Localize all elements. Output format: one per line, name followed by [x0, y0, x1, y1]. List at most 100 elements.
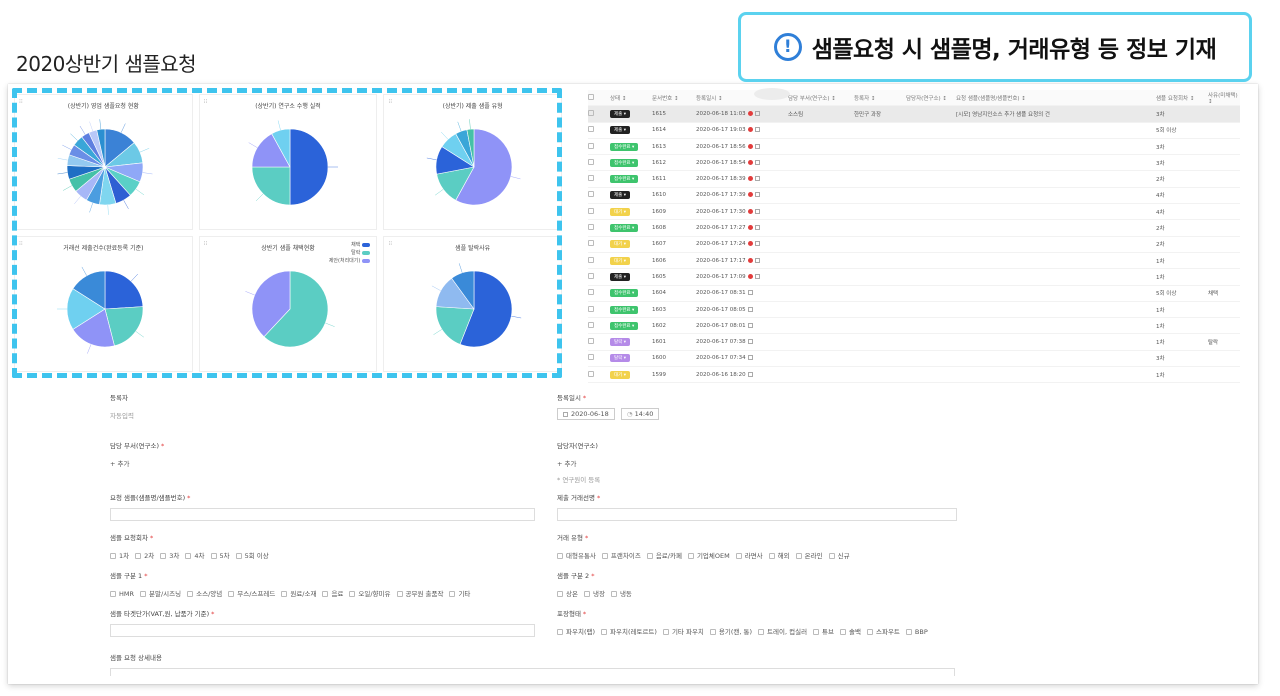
- option-checkbox[interactable]: 해외: [768, 550, 790, 560]
- row-checkbox[interactable]: [588, 338, 594, 345]
- detail-input[interactable]: [110, 668, 955, 676]
- option-checkbox[interactable]: 원료/소재: [281, 588, 316, 598]
- option-checkbox[interactable]: 라면사: [735, 550, 763, 560]
- manager-add-button[interactable]: + 추가: [557, 458, 957, 468]
- option-checkbox[interactable]: 2차: [135, 550, 154, 560]
- row-checkbox[interactable]: [588, 109, 594, 116]
- table-row[interactable]: 접수완료 ▾ 1602 2020-06-17 08:01 1차: [588, 318, 1240, 335]
- status-badge[interactable]: 접수완료 ▾: [610, 305, 639, 314]
- column-header[interactable]: 상태 ↕: [610, 94, 652, 102]
- row-checkbox[interactable]: [588, 289, 594, 296]
- status-badge[interactable]: 제출 ▾: [610, 126, 630, 135]
- option-checkbox[interactable]: 트레이, 컵실러: [758, 626, 807, 636]
- row-select[interactable]: [588, 256, 610, 265]
- column-header[interactable]: 요청 샘플(샘플명/샘플번호) ↕: [956, 94, 1156, 102]
- option-checkbox[interactable]: 냉장: [583, 588, 605, 598]
- row-select[interactable]: [588, 240, 610, 248]
- option-checkbox[interactable]: 기타 파우치: [662, 626, 704, 636]
- table-row[interactable]: 제출 ▾ 1610 2020-06-17 17:39 4차: [588, 188, 1240, 205]
- option-checkbox[interactable]: 3차: [160, 550, 179, 560]
- pie-slice[interactable]: [104, 270, 144, 310]
- option-checkbox[interactable]: 기타: [449, 588, 470, 598]
- row-checkbox[interactable]: [588, 126, 594, 133]
- option-checkbox[interactable]: 5회 이상: [235, 550, 269, 560]
- drag-handle-icon[interactable]: ⁝⁝: [388, 240, 392, 247]
- table-row[interactable]: 대기 ▾ 1609 2020-06-17 17:30 4차: [588, 204, 1240, 221]
- option-checkbox[interactable]: 파우치(레토르트): [601, 626, 657, 636]
- table-row[interactable]: 제출 ▾ 1605 2020-06-17 17:09 1차: [588, 269, 1240, 286]
- drag-handle-icon[interactable]: ⁝⁝: [204, 98, 208, 105]
- row-checkbox[interactable]: [588, 272, 594, 279]
- status-badge[interactable]: 대기 ▾: [610, 207, 630, 216]
- column-header[interactable]: 샘플 요청회차 ↕: [1156, 94, 1208, 102]
- status-badge[interactable]: 대기 ▾: [610, 370, 630, 379]
- dept-add-button[interactable]: + 추가: [110, 458, 530, 468]
- row-checkbox[interactable]: [588, 240, 594, 247]
- table-row[interactable]: 탈락 ▾ 1600 2020-06-17 07:34 3차: [588, 351, 1240, 368]
- comment-icon[interactable]: [754, 273, 760, 279]
- row-checkbox[interactable]: [588, 224, 594, 231]
- comment-icon[interactable]: [754, 241, 760, 247]
- option-checkbox[interactable]: 용기(캔, 통): [709, 626, 752, 636]
- comment-icon[interactable]: [747, 306, 753, 312]
- status-badge[interactable]: 제출 ▾: [610, 109, 630, 118]
- row-checkbox[interactable]: [588, 142, 594, 149]
- column-header[interactable]: 담당자(연구소) ↕: [906, 94, 956, 102]
- status-badge[interactable]: 접수완료 ▾: [610, 321, 639, 330]
- row-select[interactable]: [588, 142, 610, 151]
- option-checkbox[interactable]: 음료/카페: [646, 550, 682, 560]
- comment-icon[interactable]: [754, 192, 760, 198]
- option-checkbox[interactable]: 오일/향미유: [349, 588, 391, 598]
- status-badge[interactable]: 접수완료 ▾: [610, 289, 639, 298]
- pie-slice[interactable]: [289, 128, 328, 206]
- row-select[interactable]: [588, 305, 610, 314]
- date-field[interactable]: 2020-06-18: [557, 408, 615, 420]
- table-row[interactable]: 접수완료 ▾ 1613 2020-06-17 18:56 3차: [588, 139, 1240, 156]
- row-checkbox[interactable]: [588, 175, 594, 182]
- row-select[interactable]: [588, 321, 610, 330]
- column-header[interactable]: 담당 부서(연구소) ↕: [788, 94, 854, 102]
- status-badge[interactable]: 대기 ▾: [610, 240, 630, 249]
- option-checkbox[interactable]: 5차: [210, 550, 230, 560]
- comment-icon[interactable]: [747, 322, 753, 328]
- row-select[interactable]: [588, 272, 610, 281]
- comment-icon[interactable]: [747, 371, 753, 377]
- status-badge[interactable]: 제출 ▾: [610, 272, 630, 281]
- comment-icon[interactable]: [747, 355, 753, 361]
- comment-icon[interactable]: [754, 225, 760, 231]
- row-select[interactable]: [588, 289, 610, 297]
- status-badge[interactable]: 제출 ▾: [610, 191, 630, 200]
- comment-icon[interactable]: [754, 257, 760, 263]
- price-input[interactable]: [110, 624, 535, 637]
- legend-item[interactable]: 채택: [329, 241, 371, 249]
- row-select[interactable]: [588, 224, 610, 232]
- option-checkbox[interactable]: 기업체OEM: [687, 550, 730, 560]
- row-select[interactable]: [588, 191, 610, 199]
- option-checkbox[interactable]: 대형유통사: [557, 550, 596, 560]
- option-checkbox[interactable]: BBP: [905, 628, 928, 636]
- select-all-checkbox[interactable]: [588, 93, 594, 100]
- option-checkbox[interactable]: 분말/시즈닝: [140, 588, 181, 598]
- row-select[interactable]: [588, 126, 610, 134]
- partner-input[interactable]: [557, 508, 957, 521]
- row-checkbox[interactable]: [588, 370, 594, 377]
- row-select[interactable]: [588, 109, 610, 118]
- table-row[interactable]: 대기 ▾ 1599 2020-06-16 18:20 1차: [588, 367, 1240, 384]
- status-badge[interactable]: 접수완료 ▾: [610, 224, 639, 233]
- option-checkbox[interactable]: 1차: [110, 550, 129, 560]
- table-row[interactable]: 대기 ▾ 1606 2020-06-17 17:17 1차: [588, 253, 1240, 270]
- table-row[interactable]: 접수완료 ▾ 1608 2020-06-17 17:27 2차: [588, 220, 1240, 237]
- drag-handle-icon[interactable]: ⁝⁝: [19, 240, 23, 247]
- row-select[interactable]: [588, 175, 610, 183]
- row-checkbox[interactable]: [588, 158, 594, 165]
- status-badge[interactable]: 탈락 ▾: [610, 354, 630, 363]
- status-badge[interactable]: 탈락 ▾: [610, 338, 630, 347]
- option-checkbox[interactable]: 솔백: [840, 626, 861, 636]
- row-select[interactable]: [588, 354, 610, 362]
- status-badge[interactable]: 접수완료 ▾: [610, 142, 639, 151]
- status-badge[interactable]: 접수완료 ▾: [610, 175, 639, 184]
- table-row[interactable]: 탈락 ▾ 1601 2020-06-17 07:38 1차 탈락: [588, 334, 1240, 351]
- row-checkbox[interactable]: [588, 256, 594, 263]
- option-checkbox[interactable]: 프랜차이즈: [601, 550, 641, 560]
- column-header[interactable]: 사유(미채택) ↕: [1208, 91, 1238, 105]
